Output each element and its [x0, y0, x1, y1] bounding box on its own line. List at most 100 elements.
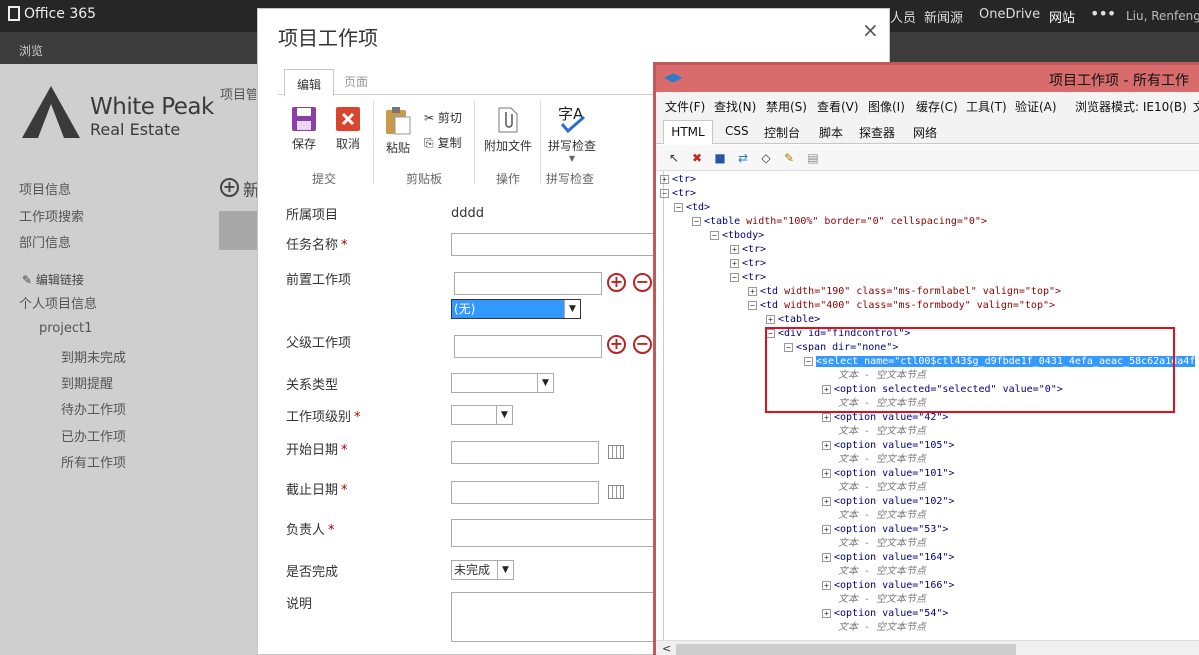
- remove-circle-icon[interactable]: −: [633, 273, 652, 292]
- tab-script[interactable]: 脚本: [819, 124, 843, 141]
- menu-view[interactable]: 查看(V): [817, 98, 859, 115]
- select-element-icon[interactable]: ↖: [667, 151, 681, 165]
- tab-edit[interactable]: 编辑: [284, 69, 334, 97]
- tree-node[interactable]: + <option value="105">: [822, 439, 954, 453]
- tree-node[interactable]: − <tr>: [660, 187, 696, 201]
- tab-page[interactable]: 页面: [344, 73, 368, 90]
- calendar-icon[interactable]: [608, 445, 624, 459]
- new-label[interactable]: 新: [243, 176, 257, 201]
- tree-node[interactable]: + <tr>: [730, 257, 766, 271]
- new-plus-icon[interactable]: +: [220, 178, 239, 197]
- nav-all[interactable]: 所有工作项: [61, 452, 126, 471]
- add-circle-icon[interactable]: +: [607, 335, 626, 354]
- refresh-icon[interactable]: ⇄: [736, 151, 750, 165]
- text-node[interactable]: 文本 - 空文本节点: [838, 565, 926, 579]
- tab-profiler[interactable]: 探查器: [859, 124, 895, 141]
- add-circle-icon[interactable]: +: [607, 273, 626, 292]
- cancel-button[interactable]: 取消: [330, 106, 366, 152]
- text-node[interactable]: 文本 - 空文本节点: [838, 621, 926, 635]
- tree-node[interactable]: + <option value="101">: [822, 467, 954, 481]
- text-node[interactable]: 文本 - 空文本节点: [838, 481, 926, 495]
- nav-personal-project[interactable]: 个人项目信息: [19, 293, 97, 312]
- end-date-input[interactable]: [451, 481, 599, 504]
- menu-images[interactable]: 图像(I): [868, 98, 905, 115]
- tab-html[interactable]: HTML: [663, 120, 713, 144]
- tree-node[interactable]: − <td width="400" class="ms-formbody" val…: [748, 299, 1055, 313]
- scroll-left-icon[interactable]: <: [662, 642, 671, 655]
- tree-node[interactable]: + <table>: [766, 313, 820, 327]
- tab-css[interactable]: CSS: [725, 124, 749, 138]
- start-date-input[interactable]: [451, 441, 599, 464]
- expand-icon: +: [822, 413, 831, 422]
- nav-overdue[interactable]: 到期未完成: [61, 347, 126, 366]
- tree-node[interactable]: + <option value="102">: [822, 495, 954, 509]
- spellcheck-button[interactable]: 字A 拼写检查 ▼: [545, 104, 599, 163]
- parent-input[interactable]: [454, 335, 602, 358]
- tab-network[interactable]: 网络: [913, 124, 937, 141]
- predecessor-select[interactable]: (无) ▼: [451, 299, 581, 319]
- close-icon[interactable]: ×: [862, 18, 879, 42]
- attach-file-button[interactable]: 附加文件: [483, 106, 533, 154]
- tree-node[interactable]: − <table width="100%" border="0" cellspac…: [692, 215, 987, 229]
- more-icon[interactable]: •••: [1090, 4, 1116, 23]
- menu-disable[interactable]: 禁用(S): [766, 98, 807, 115]
- text-node[interactable]: 文本 - 空文本节点: [838, 593, 926, 607]
- tab-console[interactable]: 控制台: [764, 124, 800, 141]
- menu-validate[interactable]: 验证(A): [1015, 98, 1057, 115]
- menu-file[interactable]: 文件(F): [665, 98, 705, 115]
- calendar-icon[interactable]: [608, 485, 624, 499]
- menu-find[interactable]: 查找(N): [714, 98, 756, 115]
- remove-circle-icon[interactable]: −: [633, 335, 652, 354]
- edit-links[interactable]: ✎ 编辑链接: [22, 271, 84, 288]
- predecessor-input[interactable]: [454, 272, 602, 295]
- nav-people[interactable]: 人员: [890, 7, 916, 26]
- nav-department-info[interactable]: 部门信息: [19, 232, 71, 251]
- relation-select[interactable]: ▼: [451, 373, 554, 393]
- paste-button[interactable]: 粘贴: [380, 106, 416, 156]
- nav-done[interactable]: 已办工作项: [61, 426, 126, 445]
- nav-reminder[interactable]: 到期提醒: [61, 373, 113, 392]
- menu-cache[interactable]: 缓存(C): [916, 98, 958, 115]
- copy-button[interactable]: ⎘ 复制: [424, 134, 461, 151]
- nav-sites[interactable]: 网站: [1049, 7, 1075, 26]
- menu-document-mode[interactable]: 文: [1193, 98, 1199, 115]
- text-node[interactable]: 文本 - 空文本节点: [838, 509, 926, 523]
- nav-newsfeed[interactable]: 新闻源: [924, 7, 963, 26]
- browse-tab[interactable]: 浏览: [19, 42, 43, 59]
- save-icon[interactable]: ■: [713, 151, 727, 165]
- tree-node[interactable]: + <tr>: [660, 173, 696, 187]
- nav-project1[interactable]: project1: [39, 321, 92, 336]
- tree-node[interactable]: + <tr>: [730, 243, 766, 257]
- tree-node[interactable]: − <tbody>: [710, 229, 764, 243]
- cut-button[interactable]: ✂ 剪切: [424, 109, 462, 126]
- office365-logo[interactable]: Office 365: [8, 6, 96, 22]
- menu-browser-mode[interactable]: 浏览器模式: IE10(B): [1075, 98, 1187, 115]
- tree-node[interactable]: + <td width="190" class="ms-formlabel" va…: [748, 285, 1061, 299]
- nav-workitem-search[interactable]: 工作项搜索: [19, 206, 84, 225]
- nav-todo[interactable]: 待办工作项: [61, 399, 126, 418]
- nav-onedrive[interactable]: OneDrive: [979, 7, 1040, 22]
- user-name[interactable]: Liu, Renfeng: [1126, 9, 1199, 23]
- tree-node[interactable]: + <option value="164">: [822, 551, 954, 565]
- word-wrap-icon[interactable]: ▤: [806, 151, 820, 165]
- nav-project-info[interactable]: 项目信息: [19, 179, 71, 198]
- tree-node[interactable]: + <option value="53">: [822, 523, 948, 537]
- tree-node[interactable]: + <option value="166">: [822, 579, 954, 593]
- clear-icon[interactable]: ✖: [690, 151, 704, 165]
- dom-icon[interactable]: ◇: [759, 151, 773, 165]
- done-select[interactable]: 未完成 ▼: [451, 560, 514, 580]
- tree-node[interactable]: + <option value="42">: [822, 411, 948, 425]
- horizontal-scrollbar[interactable]: <: [656, 640, 1199, 655]
- text-node[interactable]: 文本 - 空文本节点: [838, 425, 926, 439]
- text-node[interactable]: 文本 - 空文本节点: [838, 537, 926, 551]
- edit-icon[interactable]: ✎: [782, 151, 796, 165]
- tree-node[interactable]: − <td>: [674, 201, 710, 215]
- label-done: 是否完成: [286, 565, 339, 580]
- level-select[interactable]: ▼: [451, 405, 513, 425]
- scrollbar-thumb[interactable]: [676, 644, 1016, 655]
- tree-node[interactable]: + <option value="54">: [822, 607, 948, 621]
- save-button[interactable]: 保存: [286, 106, 322, 152]
- menu-tools[interactable]: 工具(T): [966, 98, 1007, 115]
- tree-node[interactable]: − <tr>: [730, 271, 766, 285]
- text-node[interactable]: 文本 - 空文本节点: [838, 453, 926, 467]
